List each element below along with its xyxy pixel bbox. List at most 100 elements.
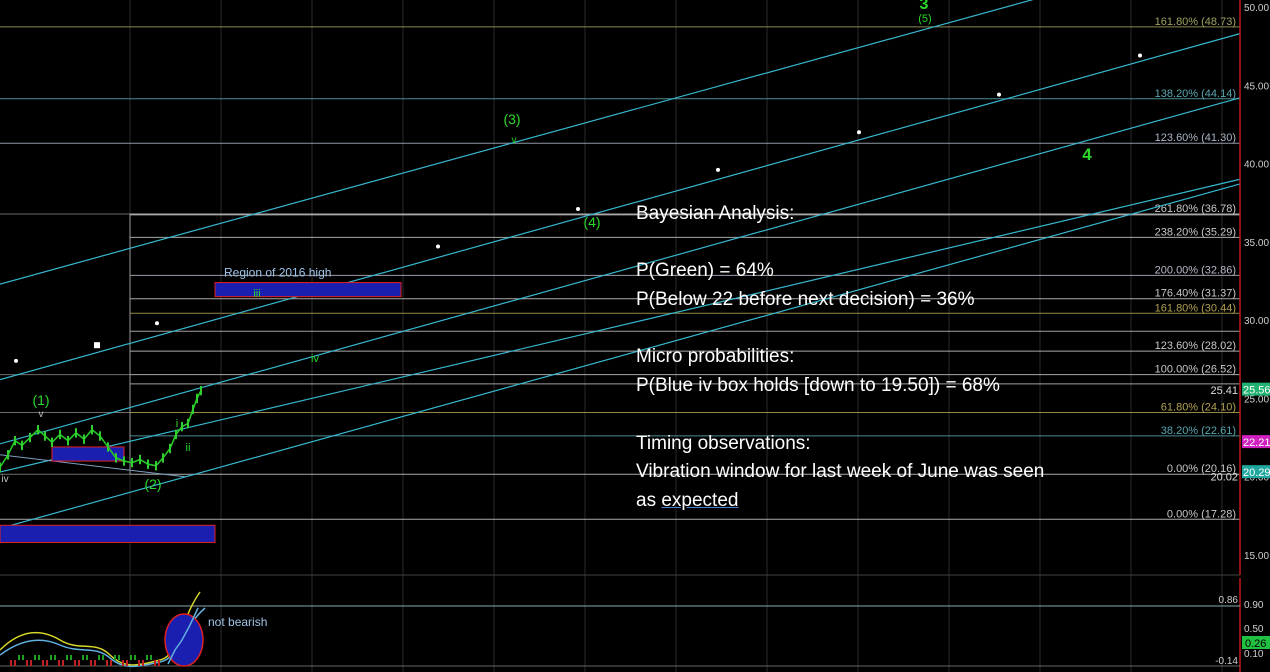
- histogram-bar: [30, 660, 32, 666]
- wave-label: i: [176, 418, 178, 430]
- wave-label: 4: [1082, 145, 1092, 164]
- histogram-bar: [18, 655, 20, 660]
- histogram-bar: [114, 655, 116, 660]
- wave-label: iii: [253, 288, 260, 300]
- wave-label: iv: [311, 353, 319, 365]
- wave-label: v: [512, 135, 517, 146]
- indicator-top: 0.86: [1219, 595, 1239, 606]
- axis-tick: 50.00: [1244, 3, 1269, 14]
- not-bearish-label: not bearish: [208, 615, 267, 629]
- axis-tick: 40.00: [1244, 160, 1269, 171]
- level-20-02: 20.02: [1210, 471, 1238, 483]
- indicator-tick: 0.50: [1244, 624, 1264, 635]
- price-axis: 50.0045.0040.0035.0030.0025.0020.0015.00…: [1239, 0, 1270, 672]
- histogram-bar: [74, 660, 76, 666]
- timing-line2a: as: [636, 489, 662, 511]
- channel-dot: [997, 92, 1001, 97]
- channel-dot: [857, 130, 861, 135]
- histogram-bar: [142, 660, 144, 666]
- histogram-bar: [94, 660, 96, 666]
- histogram-bar: [122, 660, 124, 666]
- histogram-bar: [42, 660, 44, 666]
- histogram-bar: [46, 660, 48, 666]
- axis-tick: 35.00: [1244, 238, 1269, 249]
- region-label: Region of 2016 high: [224, 266, 331, 280]
- timing-title: Timing observations:: [636, 432, 811, 454]
- histogram-bar: [110, 660, 112, 666]
- fib-label: 138.20% (44.14): [1155, 88, 1236, 100]
- p-below: P(Below 22 before next decision) = 36%: [636, 289, 975, 311]
- channel-dot: [716, 167, 720, 172]
- price-tag: 20.29: [1243, 467, 1270, 479]
- histogram-bar: [106, 660, 108, 666]
- timing-line2: as expected: [636, 487, 1196, 516]
- wave-label: v: [39, 409, 44, 420]
- histogram-bar: [34, 655, 36, 660]
- histogram-bar: [86, 655, 88, 660]
- micro-title: Micro probabilities:: [636, 346, 795, 368]
- histogram-bar: [78, 660, 80, 666]
- histogram-bar: [158, 660, 160, 666]
- channel-dot: [1138, 53, 1142, 58]
- p-blue: P(Blue iv box holds [down to 19.50]) = 6…: [636, 375, 1000, 397]
- indicator-pane: 0.86 -0.14 0.90 0.50 0.100.26 not bearish: [0, 591, 1270, 668]
- histogram-bar: [82, 655, 84, 660]
- axis-tick: 45.00: [1244, 81, 1269, 92]
- wave-label: (2): [144, 476, 161, 492]
- histogram-bar: [50, 655, 52, 660]
- square-marker: [94, 342, 100, 349]
- histogram-bar: [98, 655, 100, 660]
- wave-label: iv: [1, 474, 8, 485]
- indicator-tick: 0.10: [1244, 649, 1264, 660]
- fib-label: 161.80% (48.73): [1155, 16, 1236, 28]
- fib-label: 123.60% (41.30): [1155, 132, 1236, 144]
- histogram-bar: [130, 655, 132, 660]
- target-boxes: Region of 2016 high: [0, 266, 402, 543]
- histogram-bar: [138, 660, 140, 666]
- analysis-text: Bayesian Analysis: P(Green) = 64% P(Belo…: [636, 200, 1196, 516]
- histogram-bar: [146, 655, 148, 660]
- histogram-bar: [62, 660, 64, 666]
- histogram-bar: [154, 660, 156, 666]
- histogram-bar: [54, 655, 56, 660]
- lower-box: [0, 524, 216, 543]
- histogram-bar: [126, 660, 128, 666]
- wave-label: (3): [503, 111, 520, 127]
- histogram-bar: [102, 655, 104, 660]
- p-green: P(Green) = 64%: [636, 260, 774, 282]
- wave-label: ii: [186, 442, 191, 454]
- histogram-bar: [150, 655, 152, 660]
- timing-line1: Vibration window for last week of June w…: [636, 461, 1045, 483]
- axis-tick: 15.00: [1244, 551, 1269, 562]
- axis-bg: [1240, 0, 1270, 672]
- histogram-bar: [66, 655, 68, 660]
- wave-label: (4): [583, 214, 600, 230]
- indicator-tick: 0.90: [1244, 600, 1264, 611]
- price-tag: 25.56: [1243, 385, 1270, 397]
- channel-dot: [576, 206, 580, 211]
- price-tag: 22.21: [1243, 437, 1270, 449]
- channel-dot: [436, 244, 440, 249]
- region-2016-box: [214, 282, 402, 298]
- wave-label: 3: [920, 0, 929, 13]
- wave-label: (1): [32, 392, 49, 408]
- timing-expected: expected: [661, 489, 739, 511]
- analysis-title: Bayesian Analysis:: [636, 203, 795, 224]
- histogram-bar: [134, 655, 136, 660]
- indicator-bottom: -0.14: [1215, 656, 1238, 667]
- histogram-bar: [118, 655, 120, 660]
- histogram-bar: [90, 660, 92, 666]
- histogram-bar: [38, 655, 40, 660]
- channel-dot: [155, 321, 159, 326]
- channel-dot: [14, 358, 18, 363]
- histogram-bar: [58, 660, 60, 666]
- histogram-bar: [10, 660, 12, 666]
- indicator-tag: 0.26: [1245, 638, 1266, 650]
- wave-label: (5): [918, 13, 931, 25]
- histogram-bar: [26, 660, 28, 666]
- histogram-bar: [22, 655, 24, 660]
- histogram-bar: [70, 655, 72, 660]
- axis-tick: 30.00: [1244, 316, 1269, 327]
- level-25-41: 25.41: [1210, 385, 1238, 397]
- histogram-bar: [14, 660, 16, 666]
